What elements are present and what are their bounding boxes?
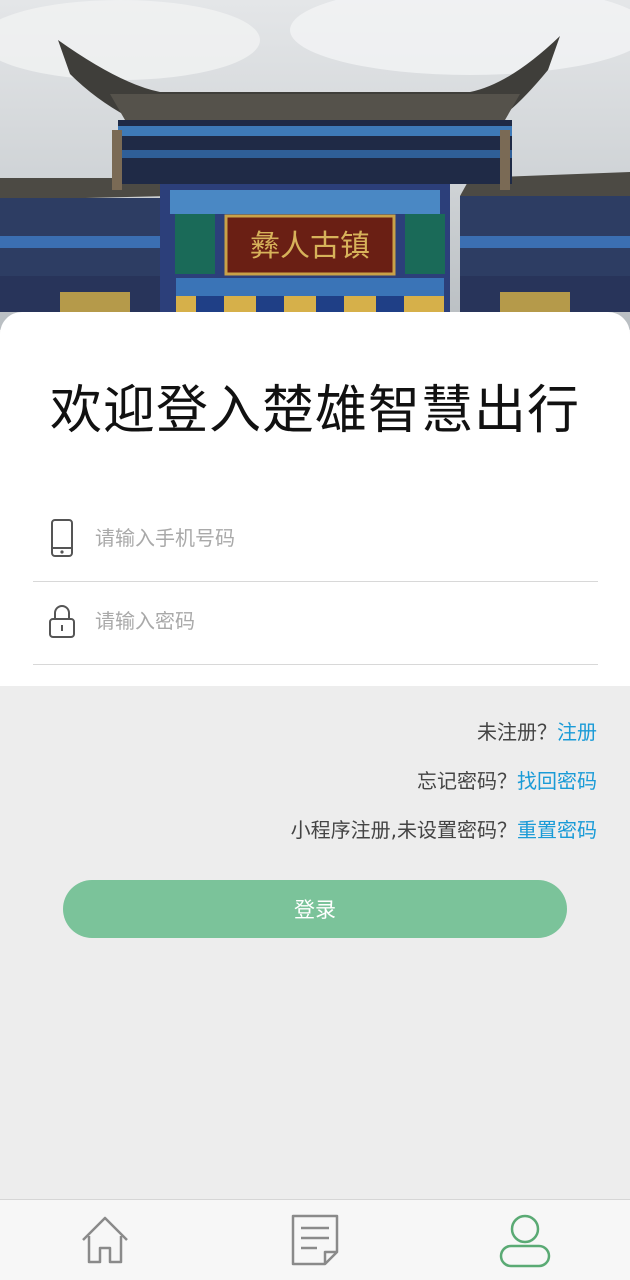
welcome-title: 欢迎登入楚雄智慧出行 [49,381,580,441]
phone-field [33,500,598,582]
phone-icon [47,518,77,558]
login-card: 欢迎登入楚雄智慧出行 [0,312,630,686]
archway-sign: 彝人古镇 [250,229,370,264]
user-icon [499,1214,551,1268]
forgot-row: 忘记密码？找回密码 [417,765,597,794]
lock-icon [47,601,77,641]
register-prompt: 未注册？ [477,720,557,744]
tab-orders[interactable] [285,1210,345,1270]
tab-home[interactable] [75,1210,135,1270]
register-link[interactable]: 注册 [557,720,597,744]
archway-illustration: 彝人古镇 [0,0,630,312]
forgot-password-link[interactable]: 找回密码 [517,769,597,793]
reset-prompt: 小程序注册,未设置密码？ [290,818,517,842]
password-input[interactable] [95,599,585,643]
register-row: 未注册？注册 [477,716,597,745]
bottom-tab-bar [0,1199,630,1280]
phone-input[interactable] [95,516,585,560]
document-icon [291,1214,339,1266]
forgot-prompt: 忘记密码？ [417,769,517,793]
hero-archway-image: 彝人古镇 [0,0,630,330]
login-button[interactable]: 登录 [63,880,567,938]
password-field [33,583,598,665]
reset-password-link[interactable]: 重置密码 [517,818,597,842]
home-icon [82,1216,128,1264]
reset-row: 小程序注册,未设置密码？重置密码 [291,814,597,843]
tab-profile[interactable] [495,1210,555,1270]
